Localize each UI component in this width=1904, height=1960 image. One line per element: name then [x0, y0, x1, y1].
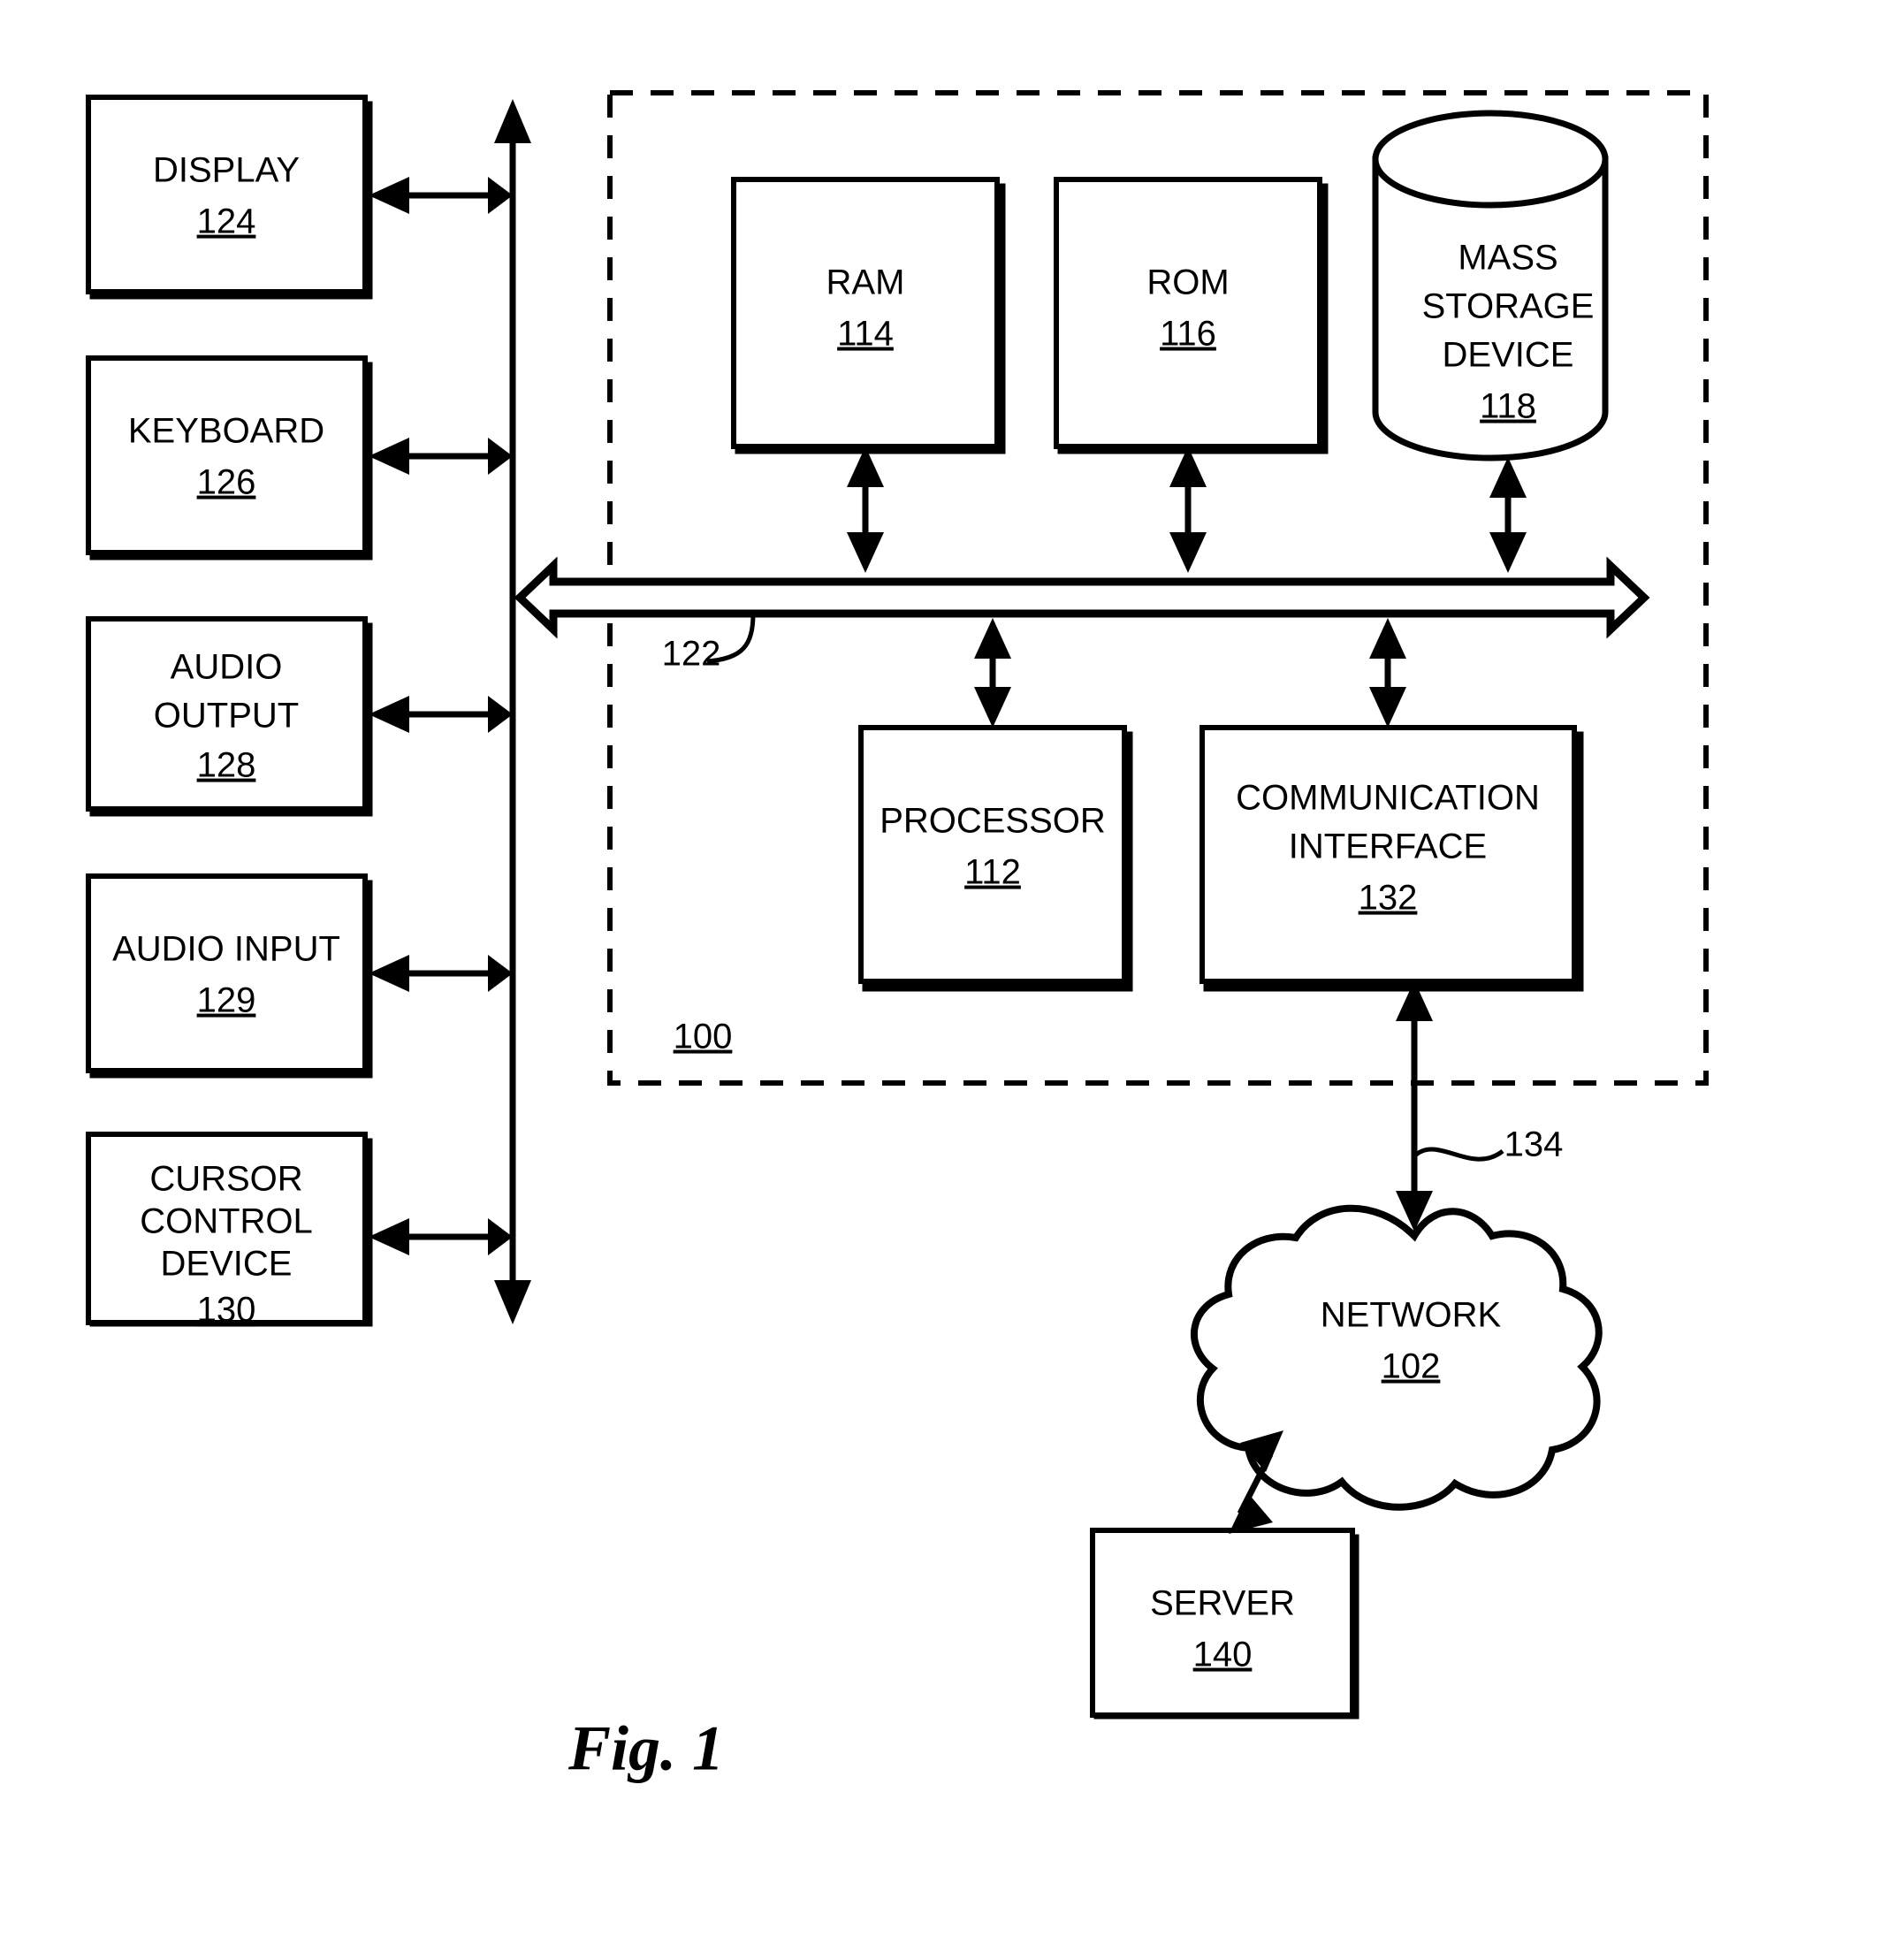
audio-input-ref: 129: [197, 981, 256, 1020]
rom-ref: 116: [1160, 315, 1216, 354]
cursor-control-ref: 130: [197, 1291, 256, 1330]
ram-label: RAM: [826, 263, 905, 302]
network-link-ref-leader: 134: [1413, 1125, 1564, 1164]
processor-ref: 112: [964, 853, 1021, 892]
server-block: SERVER 140: [1090, 1528, 1359, 1720]
communication-interface-ref: 132: [1359, 879, 1418, 918]
audio-output-block: AUDIO OUTPUT 128: [86, 616, 373, 817]
system-block-diagram: 100 DISPLAY 124 KEYBOARD 126 AUDIO OUTPU…: [86, 90, 1709, 1784]
keyboard-ref: 126: [197, 463, 256, 502]
figure-caption: Fig. 1: [567, 1713, 724, 1784]
audio-input-connector-arrow: [369, 955, 513, 992]
network-link-arrow: [1396, 980, 1433, 1232]
mass-storage-bus-arrow: [1489, 457, 1527, 573]
keyboard-label: KEYBOARD: [128, 412, 324, 451]
mass-storage-device-block: MASS STORAGE DEVICE 118: [1372, 110, 1609, 461]
mass-storage-label-line1: MASS: [1458, 239, 1557, 278]
server-ref: 140: [1193, 1636, 1253, 1674]
system-bus: [514, 556, 1650, 639]
bus-ref-number: 122: [662, 635, 721, 674]
mass-storage-ref: 118: [1480, 387, 1536, 426]
rom-label: ROM: [1146, 263, 1229, 302]
audio-input-label: AUDIO INPUT: [112, 930, 340, 969]
bus-ref-leader: 122: [662, 613, 756, 674]
system-ref-number: 100: [674, 1018, 733, 1056]
cursor-control-device-block: CURSOR CONTROL DEVICE 130: [86, 1132, 373, 1330]
communication-interface-bus-arrow: [1369, 618, 1406, 728]
processor-bus-arrow: [974, 618, 1011, 728]
audio-output-ref: 128: [197, 746, 256, 785]
audio-output-label-line2: OUTPUT: [154, 697, 299, 736]
communication-interface-label-line1: COMMUNICATION: [1236, 779, 1540, 818]
ram-ref: 114: [837, 315, 894, 354]
communication-interface-block: COMMUNICATION INTERFACE 132: [1200, 725, 1584, 992]
display-ref: 124: [197, 202, 256, 241]
cursor-control-label-line2: CONTROL: [140, 1202, 313, 1241]
display-block: DISPLAY 124: [86, 95, 373, 300]
audio-input-block: AUDIO INPUT 129: [86, 873, 373, 1079]
communication-interface-label-line2: INTERFACE: [1289, 827, 1487, 866]
cursor-control-label-line3: DEVICE: [161, 1245, 293, 1284]
network-cloud: NETWORK 102: [1190, 1204, 1603, 1511]
patent-figure-page: 100 DISPLAY 124 KEYBOARD 126 AUDIO OUTPU…: [0, 0, 1904, 1960]
network-ref: 102: [1382, 1347, 1441, 1386]
keyboard-connector-arrow: [369, 438, 513, 475]
audio-output-connector-arrow: [369, 696, 513, 733]
cursor-control-label-line1: CURSOR: [149, 1160, 302, 1199]
display-connector-arrow: [369, 177, 513, 214]
rom-block: ROM 116: [1054, 177, 1329, 454]
ram-bus-arrow: [847, 446, 884, 573]
network-link-ref-number: 134: [1504, 1125, 1564, 1164]
cursor-control-connector-arrow: [369, 1218, 513, 1255]
ram-block: RAM 114: [731, 177, 1006, 454]
processor-label: PROCESSOR: [880, 802, 1106, 841]
mass-storage-label-line2: STORAGE: [1422, 287, 1595, 326]
server-label: SERVER: [1150, 1584, 1295, 1623]
network-label: NETWORK: [1321, 1296, 1502, 1335]
mass-storage-label-line3: DEVICE: [1443, 336, 1574, 375]
processor-block: PROCESSOR 112: [858, 725, 1133, 992]
audio-output-label-line1: AUDIO: [171, 648, 283, 687]
rom-bus-arrow: [1169, 446, 1207, 573]
display-label: DISPLAY: [153, 151, 300, 190]
keyboard-block: KEYBOARD 126: [86, 355, 373, 561]
